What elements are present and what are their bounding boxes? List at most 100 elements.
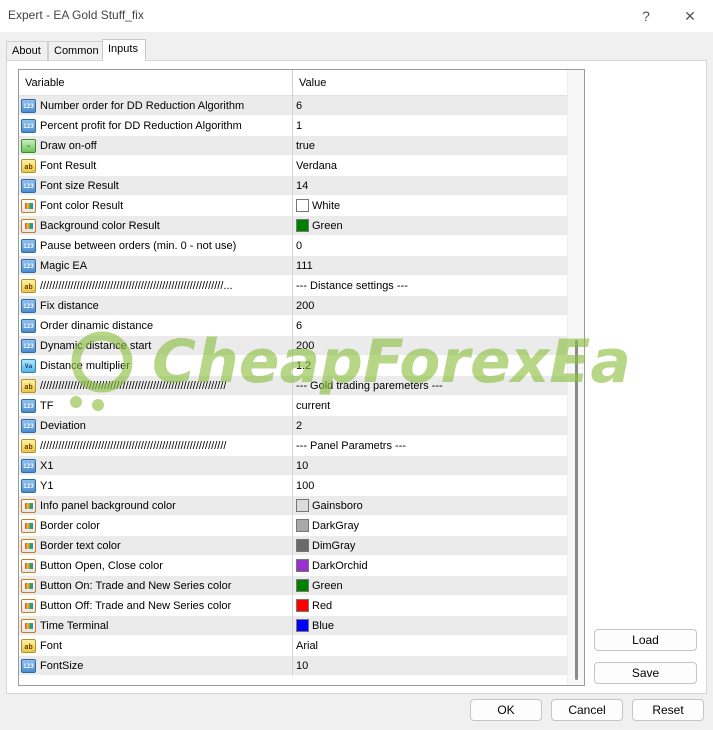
variable-value[interactable]: Arial	[293, 636, 567, 656]
table-row[interactable]: 123 Pause between orders (min. 0 - not us…	[19, 236, 567, 256]
table-row[interactable]: ab //////////////////////////////////////…	[19, 376, 567, 396]
variable-label: Info panel background color	[40, 500, 176, 512]
table-row[interactable]: ab Font Result Verdana	[19, 156, 567, 176]
help-button[interactable]: ?	[626, 4, 666, 28]
variable-label: Draw on-off	[40, 140, 97, 152]
variable-value[interactable]: current	[293, 396, 567, 416]
table-row[interactable]: Background color Result Green	[19, 216, 567, 236]
integer-type-icon: 123	[21, 239, 36, 253]
variable-value[interactable]: 2	[293, 416, 567, 436]
table-row[interactable]: 123 Number order for DD Reduction Algorit…	[19, 96, 567, 116]
close-button[interactable]: ✕	[670, 4, 710, 28]
variable-value[interactable]: DarkGray	[293, 516, 567, 536]
variable-value[interactable]: Green	[293, 216, 567, 236]
table-row[interactable]: ab Font Arial	[19, 636, 567, 656]
variable-value[interactable]: --- Gold trading paremeters ---	[293, 376, 567, 396]
table-row[interactable]: 123 FontSize 10	[19, 656, 567, 676]
variable-name: Border text color	[19, 536, 293, 556]
variable-label: TF	[40, 400, 54, 412]
variable-value[interactable]: 6	[293, 316, 567, 336]
variable-name: ~ Draw on-off	[19, 136, 293, 156]
table-row[interactable]: 123 Y1 100	[19, 476, 567, 496]
scrollbar-thumb[interactable]	[575, 340, 578, 680]
variable-value[interactable]: --- Panel Parametrs ---	[293, 436, 567, 456]
table-row[interactable]: Border text color DimGray	[19, 536, 567, 556]
tab-common[interactable]: Common	[48, 41, 103, 61]
variable-value[interactable]: DimGray	[293, 536, 567, 556]
variable-value[interactable]: 10	[293, 656, 567, 676]
value-text: 0	[296, 240, 303, 252]
variable-value[interactable]: --- Distance settings ---	[293, 276, 567, 296]
variable-value[interactable]: 1.2	[293, 356, 567, 376]
table-row[interactable]: Button Off: Trade and New Series color Re…	[19, 596, 567, 616]
variable-value[interactable]: 0	[293, 236, 567, 256]
table-row[interactable]: 123 Font size Result 14	[19, 176, 567, 196]
tab-about[interactable]: About	[6, 41, 48, 61]
table-row[interactable]: ~ Draw on-off true	[19, 136, 567, 156]
variable-value[interactable]: Red	[293, 596, 567, 616]
variable-label: ////////////////////////////////////////…	[40, 280, 233, 292]
variable-value[interactable]: 6	[293, 96, 567, 116]
variable-value[interactable]: true	[293, 136, 567, 156]
table-row[interactable]: Va Distance multiplier 1.2	[19, 356, 567, 376]
ok-button[interactable]: OK	[470, 699, 542, 721]
table-row[interactable]: Time Terminal Blue	[19, 616, 567, 636]
table-row[interactable]: 123 Order dinamic distance 6	[19, 316, 567, 336]
table-row[interactable]: 123 Dynamic distance start 200	[19, 336, 567, 356]
string-type-icon: ab	[21, 439, 36, 453]
variable-value[interactable]: White	[293, 196, 567, 216]
table-row[interactable]: 123 TF current	[19, 396, 567, 416]
color-type-icon	[21, 579, 36, 593]
variable-value[interactable]: Green	[293, 576, 567, 596]
table-row[interactable]: 123 Fix distance 200	[19, 296, 567, 316]
table-row[interactable]: ab //////////////////////////////////////…	[19, 276, 567, 296]
string-type-icon: ab	[21, 379, 36, 393]
header-variable[interactable]: Variable	[19, 70, 293, 96]
variable-name: 123 Font size Result	[19, 176, 293, 196]
header-value[interactable]: Value	[293, 70, 567, 96]
variable-label: Font color Result	[40, 200, 124, 212]
table-row[interactable]: Info panel background color Gainsboro	[19, 496, 567, 516]
variable-value[interactable]: 1	[293, 116, 567, 136]
load-button[interactable]: Load	[594, 629, 697, 651]
variable-name: 123 Magic EA	[19, 256, 293, 276]
grid-rows: 123 Number order for DD Reduction Algorit…	[19, 96, 567, 676]
table-row[interactable]: 123 Deviation 2	[19, 416, 567, 436]
variable-value[interactable]: 14	[293, 176, 567, 196]
table-row[interactable]: Button Open, Close color DarkOrchid	[19, 556, 567, 576]
variable-label: ////////////////////////////////////////…	[40, 440, 227, 452]
variable-name: 123 Deviation	[19, 416, 293, 436]
value-text: current	[296, 400, 331, 412]
variable-label: Font size Result	[40, 180, 119, 192]
tab-strip: About Common Inputs	[6, 39, 706, 61]
variable-value[interactable]: Gainsboro	[293, 496, 567, 516]
variable-name: 123 Y1	[19, 476, 293, 496]
variable-value[interactable]: Blue	[293, 616, 567, 636]
variable-value[interactable]: 10	[293, 456, 567, 476]
variable-value[interactable]: DarkOrchid	[293, 556, 567, 576]
integer-type-icon: 123	[21, 419, 36, 433]
table-row[interactable]: Button On: Trade and New Series color Gre…	[19, 576, 567, 596]
variable-value[interactable]: 100	[293, 476, 567, 496]
integer-type-icon: 123	[21, 459, 36, 473]
cancel-button[interactable]: Cancel	[551, 699, 623, 721]
variable-label: Deviation	[40, 420, 86, 432]
table-row[interactable]: Border color DarkGray	[19, 516, 567, 536]
variable-value[interactable]: 200	[293, 336, 567, 356]
tab-inputs[interactable]: Inputs	[102, 39, 146, 61]
table-row[interactable]: Font color Result White	[19, 196, 567, 216]
reset-button[interactable]: Reset	[632, 699, 704, 721]
integer-type-icon: 123	[21, 319, 36, 333]
variable-label: Button On: Trade and New Series color	[40, 580, 232, 592]
save-button[interactable]: Save	[594, 662, 697, 684]
variable-value[interactable]: 111	[293, 256, 567, 276]
table-row[interactable]: 123 Percent profit for DD Reduction Algor…	[19, 116, 567, 136]
table-row[interactable]: 123 Magic EA 111	[19, 256, 567, 276]
value-text: 6	[296, 320, 303, 332]
variable-name: 123 Percent profit for DD Reduction Algor…	[19, 116, 293, 136]
integer-type-icon: 123	[21, 339, 36, 353]
table-row[interactable]: 123 X1 10	[19, 456, 567, 476]
variable-value[interactable]: Verdana	[293, 156, 567, 176]
table-row[interactable]: ab //////////////////////////////////////…	[19, 436, 567, 456]
variable-value[interactable]: 200	[293, 296, 567, 316]
